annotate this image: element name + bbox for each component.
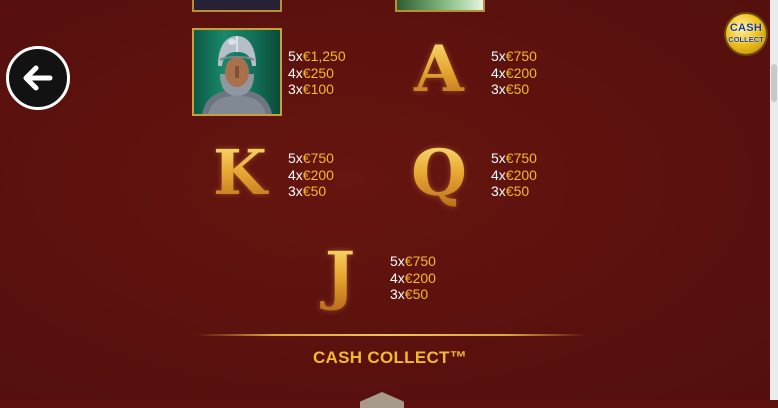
payout-amount: €1,250 — [302, 48, 346, 64]
payout-amount: €250 — [302, 64, 334, 81]
payout-list-k: 5x€750 4x€200 3x€50 — [288, 150, 334, 200]
paytable-page: CASH COLLECT A K Q J 5x€1,250 4x€250 3x€… — [0, 0, 770, 408]
payout-multiplier: 5x — [390, 253, 405, 269]
payout-multiplier: 3x — [491, 81, 506, 97]
payout-amount: €200 — [404, 269, 436, 286]
payout-multiplier: 5x — [491, 150, 506, 166]
symbol-j-icon: J — [307, 240, 373, 312]
payout-amount: €200 — [302, 166, 334, 183]
payout-row: 3x€50 — [390, 286, 436, 303]
payout-row: 5x€750 — [390, 253, 436, 270]
payout-row: 3x€50 — [491, 81, 537, 98]
cash-collect-badge[interactable]: CASH COLLECT — [724, 12, 768, 56]
payout-multiplier: 5x — [288, 48, 303, 64]
payout-row: 5x€1,250 — [288, 48, 346, 65]
scrollbar-thumb[interactable] — [771, 64, 777, 102]
payout-amount: €50 — [505, 183, 530, 199]
badge-line-2: COLLECT — [728, 35, 764, 44]
symbol-q-icon: Q — [404, 138, 474, 210]
payout-multiplier: 3x — [288, 81, 303, 97]
payout-list-a: 5x€750 4x€200 3x€50 — [491, 48, 537, 98]
back-button[interactable] — [6, 46, 70, 110]
symbol-a-icon: A — [404, 35, 474, 105]
section-title: CASH COLLECT™ — [312, 348, 468, 367]
payout-row: 4x€200 — [288, 167, 334, 184]
payout-list-q: 5x€750 4x€200 3x€50 — [491, 150, 537, 200]
payout-multiplier: 4x — [390, 269, 405, 286]
payout-amount: €50 — [302, 183, 327, 199]
payout-row: 5x€750 — [288, 150, 334, 167]
next-symbol-partial — [360, 392, 404, 408]
payout-amount: €200 — [505, 166, 537, 183]
payout-row: 5x€750 — [491, 48, 537, 65]
payout-amount: €750 — [302, 150, 334, 166]
symbol-tile-partial-right — [395, 0, 485, 12]
payout-multiplier: 5x — [491, 48, 506, 64]
payout-row: 3x€50 — [288, 183, 334, 200]
payout-row: 3x€100 — [288, 81, 346, 98]
scrollbar[interactable] — [770, 0, 778, 400]
arrow-left-icon — [23, 65, 53, 91]
payout-row: 4x€200 — [491, 65, 537, 82]
payout-row: 3x€50 — [491, 183, 537, 200]
payout-row: 4x€250 — [288, 65, 346, 82]
payout-multiplier: 4x — [491, 64, 506, 81]
knight-helmet-icon — [192, 28, 282, 116]
payout-list-j: 5x€750 4x€200 3x€50 — [390, 253, 436, 303]
payout-amount: €50 — [404, 286, 429, 302]
payout-multiplier: 4x — [288, 64, 303, 81]
payout-multiplier: 4x — [491, 166, 506, 183]
section-divider — [196, 334, 586, 336]
payout-multiplier: 3x — [288, 183, 303, 199]
payout-multiplier: 5x — [288, 150, 303, 166]
payout-multiplier: 3x — [390, 286, 405, 302]
payout-row: 5x€750 — [491, 150, 537, 167]
payout-amount: €100 — [302, 81, 334, 97]
symbol-k-icon: K — [202, 138, 278, 208]
payout-amount: €50 — [505, 81, 530, 97]
payout-amount: €200 — [505, 64, 537, 81]
payout-row: 4x€200 — [491, 167, 537, 184]
payout-row: 4x€200 — [390, 270, 436, 287]
payout-amount: €750 — [505, 150, 537, 166]
symbol-tile-partial-left — [192, 0, 282, 12]
payout-multiplier: 4x — [288, 166, 303, 183]
payout-amount: €750 — [505, 48, 537, 64]
badge-line-1: CASH — [729, 22, 763, 34]
payout-amount: €750 — [404, 253, 436, 269]
payout-multiplier: 3x — [491, 183, 506, 199]
payout-list-knight: 5x€1,250 4x€250 3x€100 — [288, 48, 346, 98]
